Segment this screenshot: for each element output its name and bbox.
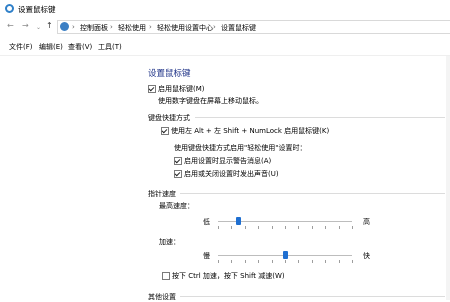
breadcrumb-separator-icon: ›	[213, 23, 216, 31]
mouse-settings-icon	[5, 4, 14, 13]
acceleration-max-label: 快	[363, 252, 370, 260]
section-divider	[180, 296, 445, 297]
menu-tools[interactable]: 工具(T)	[98, 42, 122, 52]
back-arrow-icon[interactable]: ←	[7, 21, 14, 31]
enable-mousekeys-checkbox[interactable]	[148, 85, 156, 93]
section-divider	[180, 193, 445, 194]
control-panel-icon	[60, 22, 69, 31]
breadcrumb-separator-icon: ›	[149, 23, 152, 31]
slider-tick	[338, 260, 340, 263]
ctrl-shift-checkbox[interactable]	[162, 272, 170, 280]
slider-tick	[311, 260, 313, 263]
acceleration-min-label: 慢	[203, 252, 210, 260]
top-speed-min-label: 低	[203, 218, 210, 226]
divider	[0, 55, 450, 56]
section-divider	[195, 117, 445, 118]
top-speed-slider-thumb[interactable]	[236, 217, 242, 225]
slider-tick	[218, 260, 219, 263]
breadcrumb-item-control-panel[interactable]: 控制面板	[80, 23, 108, 33]
acceleration-label: 加速：	[159, 238, 180, 246]
slider-tick	[352, 226, 353, 229]
slider-tick	[285, 260, 286, 263]
vertical-scrollbar[interactable]	[446, 56, 450, 300]
window-title: 设置鼠标键	[18, 5, 56, 14]
slider-tick	[231, 226, 233, 229]
shortcut-toggle-checkbox[interactable]	[161, 127, 169, 135]
play-sound-label[interactable]: 启用或关闭设置时发出声音(U)	[184, 169, 279, 179]
shortcut-note: 使用键盘快捷方式启用"轻松使用"设置时：	[174, 144, 307, 152]
acceleration-slider-thumb[interactable]	[283, 251, 288, 259]
other-settings-heading: 其他设置	[148, 293, 176, 301]
slider-tick	[244, 260, 246, 263]
slider-tick	[271, 226, 273, 229]
slider-tick	[352, 260, 353, 263]
slider-tick	[298, 260, 300, 263]
menu-edit[interactable]: 编辑(E)	[39, 42, 63, 52]
forward-arrow-icon[interactable]: →	[22, 21, 29, 31]
top-speed-max-label: 高	[363, 218, 370, 226]
ctrl-shift-label[interactable]: 按下 Ctrl 加速，按下 Shift 减速(W)	[172, 271, 285, 281]
slider-tick	[271, 260, 273, 263]
top-speed-label: 最高速度：	[159, 202, 194, 210]
recent-locations-chevron-icon[interactable]: ⌄	[36, 23, 41, 33]
slider-tick	[338, 226, 340, 229]
shortcut-toggle-label[interactable]: 使用左 Alt + 左 Shift + NumLock 启用鼠标键(K)	[171, 126, 329, 136]
pointer-speed-heading: 指针速度	[148, 190, 176, 198]
slider-tick	[325, 260, 327, 263]
menu-file[interactable]: 文件(F)	[9, 42, 33, 52]
menu-view[interactable]: 查看(V)	[68, 42, 92, 52]
keyboard-shortcut-heading: 键盘快捷方式	[148, 114, 190, 122]
slider-tick	[298, 226, 300, 229]
slider-tick	[258, 226, 260, 229]
play-sound-checkbox[interactable]	[174, 170, 182, 178]
slider-tick	[218, 226, 219, 229]
show-warning-label[interactable]: 启用设置时显示警告消息(A)	[184, 156, 271, 166]
page-title: 设置鼠标键	[148, 69, 191, 79]
slider-tick	[285, 226, 286, 229]
up-arrow-icon[interactable]: ↑	[46, 21, 53, 31]
breadcrumb-item-mousekeys[interactable]: 设置鼠标键	[221, 23, 256, 33]
breadcrumb-item-ease-center[interactable]: 轻松使用设置中心	[157, 23, 213, 33]
slider-tick	[325, 226, 327, 229]
title-bar	[0, 0, 450, 18]
slider-tick	[311, 226, 313, 229]
enable-mousekeys-label[interactable]: 启用鼠标键(M)	[158, 84, 205, 94]
breadcrumb-item-ease-of-access[interactable]: 轻松使用	[118, 23, 146, 33]
breadcrumb-separator-icon: ›	[72, 23, 75, 31]
slider-tick	[258, 260, 260, 263]
slider-tick	[244, 226, 246, 229]
show-warning-checkbox[interactable]	[174, 157, 182, 165]
enable-mousekeys-description: 使用数字键盘在屏幕上移动鼠标。	[158, 97, 263, 105]
breadcrumb-separator-icon: ›	[110, 23, 113, 31]
slider-tick	[231, 260, 233, 263]
